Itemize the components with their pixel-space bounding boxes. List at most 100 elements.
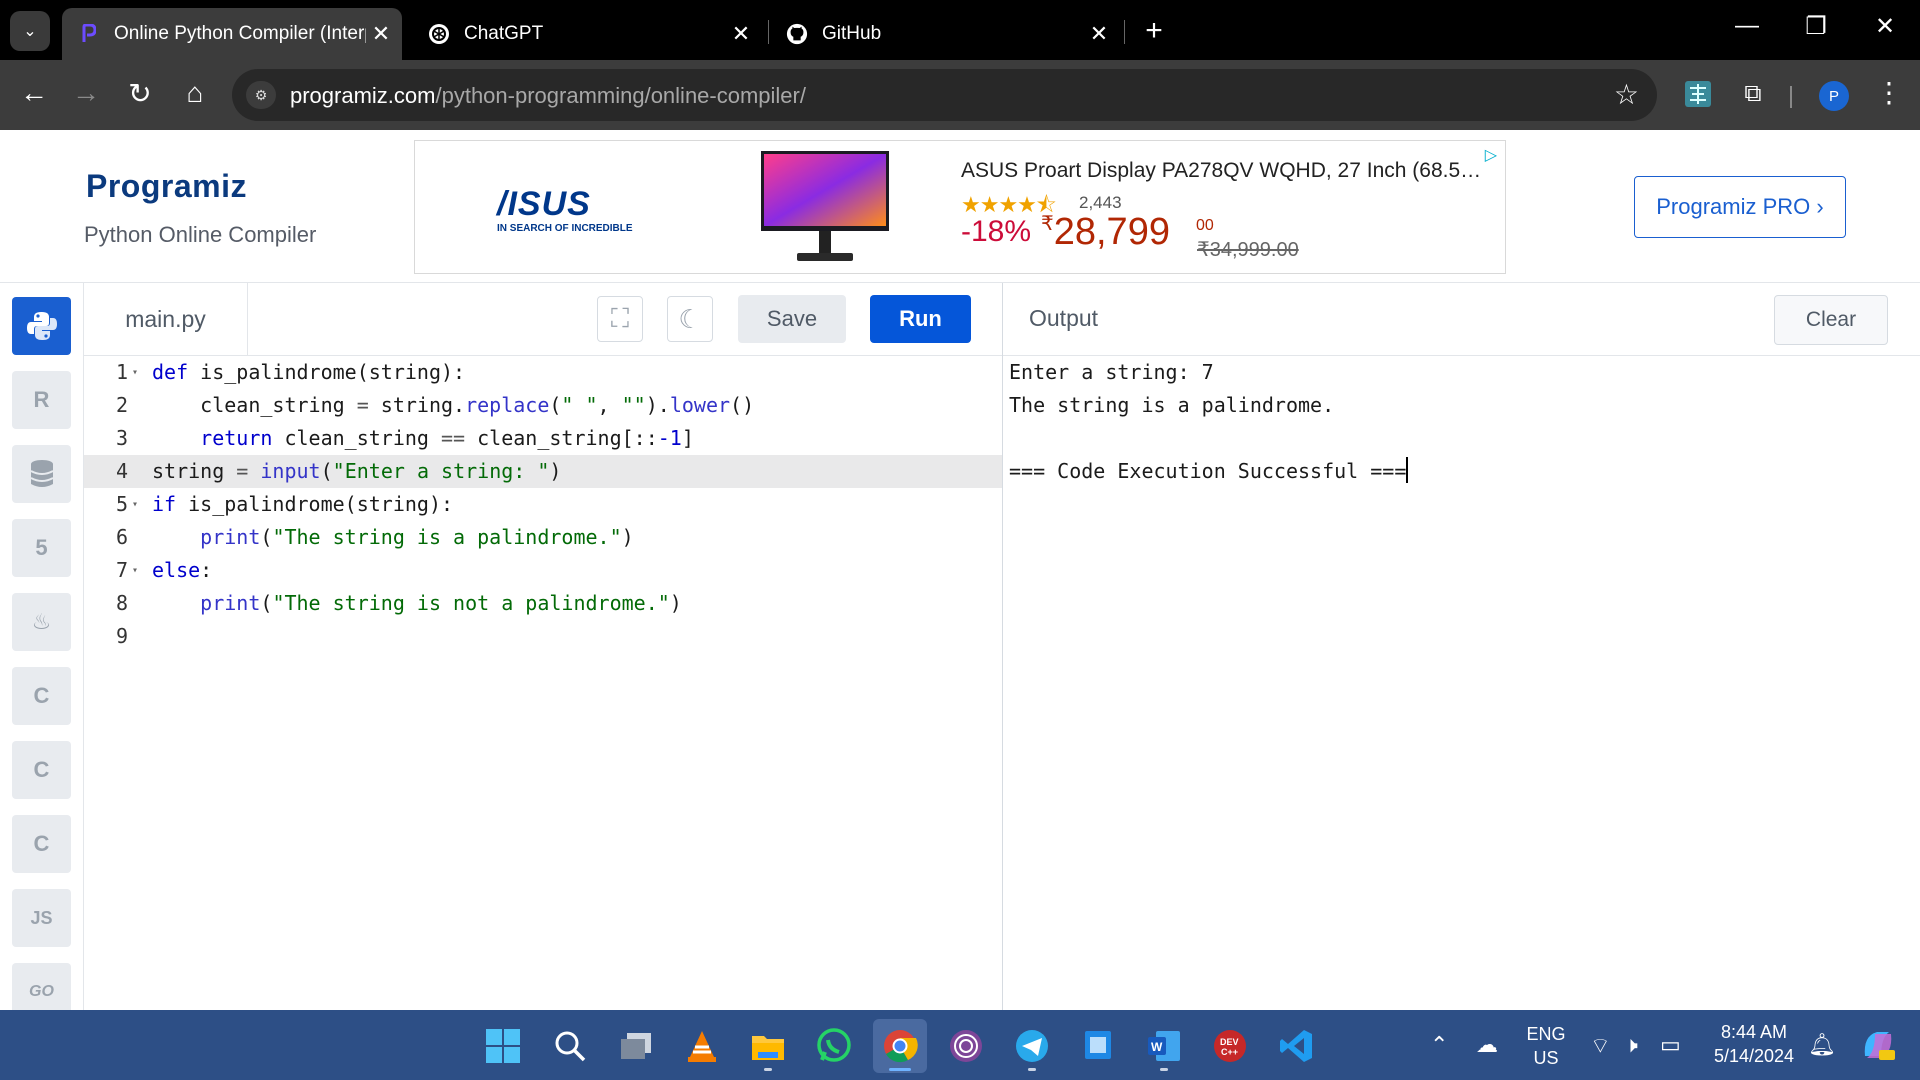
close-icon[interactable]: ✕ <box>1084 21 1114 47</box>
code-text: else: <box>152 558 213 582</box>
restore-button[interactable]: ❐ <box>1791 12 1841 41</box>
taskbar-vlc[interactable] <box>675 1019 729 1073</box>
lang-sql[interactable] <box>12 445 71 503</box>
show-hidden-icons-chevron[interactable]: ⌃ <box>1430 1032 1448 1058</box>
lang-python[interactable] <box>12 297 71 355</box>
code-line[interactable]: 1 ▾ def is_palindrome(string): <box>84 356 1002 389</box>
ad-price: ₹28,799 <box>1041 211 1170 254</box>
fold-toggle-icon[interactable]: ▾ <box>132 356 138 389</box>
lang-java[interactable]: ♨ <box>12 593 71 651</box>
output-line: === Code Execution Successful === <box>1009 459 1407 483</box>
svg-text:C++: C++ <box>1221 1047 1238 1057</box>
back-button[interactable]: ← <box>14 77 54 109</box>
ad-price-value: 28,799 <box>1053 211 1170 253</box>
browser-toolbar: ← → ↻ ⌂ ⚙ programiz.com/python-programmi… <box>0 60 1920 130</box>
notification-bell-icon[interactable]: 🔔︎ <box>1808 1032 1836 1058</box>
bookmark-star-icon[interactable]: ☆ <box>1614 78 1639 111</box>
save-button[interactable]: Save <box>738 295 846 343</box>
run-button[interactable]: Run <box>870 295 971 343</box>
taskbar-telegram[interactable] <box>1005 1019 1059 1073</box>
ad-product-title[interactable]: ASUS Proart Display PA278QV WQHD, 27 Inc… <box>961 159 1491 183</box>
lang-javascript[interactable]: JS <box>12 889 71 947</box>
window-close-button[interactable]: ✕ <box>1860 12 1910 41</box>
tab-chatgpt[interactable]: ChatGPT ✕ <box>412 8 762 60</box>
line-number: 8 <box>115 591 128 615</box>
profile-avatar[interactable]: P <box>1819 81 1849 111</box>
taskbar-vscode[interactable] <box>1269 1019 1323 1073</box>
code-line[interactable]: 3 return clean_string == clean_string[::… <box>84 422 1002 455</box>
html5-icon: 5 <box>35 535 48 560</box>
fold-toggle-icon[interactable]: ▾ <box>132 488 138 521</box>
windows-logo-icon <box>486 1029 520 1063</box>
close-icon[interactable]: ✕ <box>366 21 396 47</box>
tab-search-button[interactable]: ⌄ <box>10 11 50 51</box>
url-text[interactable]: programiz.com/python-programming/online-… <box>290 83 806 109</box>
line-number: 4 <box>115 459 128 483</box>
code-line[interactable]: 9 <box>84 620 1002 653</box>
copilot-button[interactable] <box>1853 1020 1903 1070</box>
lang-go[interactable]: GO <box>12 963 71 1010</box>
language-sidebar: R 5 ♨ C C C JS GO <box>0 283 84 1010</box>
file-tab-main[interactable]: main.py <box>84 283 248 355</box>
taskbar-notes-app[interactable] <box>1071 1019 1125 1073</box>
fold-toggle-icon[interactable]: ▾ <box>132 554 138 587</box>
home-button[interactable]: ⌂ <box>175 77 215 109</box>
taskbar-file-explorer[interactable] <box>741 1019 795 1073</box>
site-settings-icon[interactable]: ⚙ <box>246 81 276 109</box>
taskbar-whatsapp[interactable] <box>807 1019 861 1073</box>
programiz-pro-button[interactable]: Programiz PRO › <box>1634 176 1846 238</box>
close-icon[interactable]: ✕ <box>726 21 756 47</box>
advertisement-banner[interactable]: /ISUS IN SEARCH OF INCREDIBLE ASUS Proar… <box>414 140 1506 274</box>
forward-button[interactable]: → <box>66 77 106 109</box>
adchoices-icon[interactable]: ▷ <box>1485 145 1497 165</box>
more-menu-icon[interactable]: ⋮ <box>1875 76 1903 109</box>
vscode-icon <box>1280 1030 1312 1062</box>
code-line[interactable]: 8 print("The string is not a palindrome.… <box>84 587 1002 620</box>
volume-muted-icon[interactable]: 🕨 <box>1624 1032 1638 1058</box>
lang-cpp[interactable]: C <box>12 741 71 799</box>
programiz-logo[interactable]: Programiz <box>86 168 247 205</box>
lang-html[interactable]: 5 <box>12 519 71 577</box>
code-line[interactable]: 2 clean_string = string.replace(" ", "")… <box>84 389 1002 422</box>
svg-text:DEV: DEV <box>1220 1037 1239 1047</box>
clock[interactable]: 8:44 AM 5/14/2024 <box>1704 1020 1804 1068</box>
lang-csharp[interactable]: C <box>12 815 71 873</box>
reload-icon: ↻ <box>128 78 152 109</box>
task-view-button[interactable] <box>609 1019 663 1073</box>
battery-icon[interactable]: ▭ <box>1660 1032 1681 1058</box>
taskbar-search[interactable] <box>543 1019 597 1073</box>
code-line[interactable]: 5 ▾ if is_palindrome(string): <box>84 488 1002 521</box>
lang-c[interactable]: C <box>12 667 71 725</box>
code-text: print("The string is a palindrome.") <box>200 525 634 549</box>
new-tab-button[interactable]: + <box>1136 14 1172 48</box>
code-line[interactable]: 6 print("The string is a palindrome.") <box>84 521 1002 554</box>
extension-icon[interactable] <box>1683 80 1713 110</box>
code-line[interactable]: 7 ▾ else: <box>84 554 1002 587</box>
start-button[interactable] <box>476 1019 530 1073</box>
onedrive-cloud-icon[interactable]: ☁ <box>1476 1032 1498 1058</box>
taskbar-chrome[interactable] <box>873 1019 927 1073</box>
search-icon <box>555 1031 586 1062</box>
whatsapp-icon <box>817 1028 851 1062</box>
address-bar[interactable]: ⚙ programiz.com/python-programming/onlin… <box>232 69 1657 121</box>
clock-time: 8:44 AM <box>1720 1022 1788 1042</box>
clear-button[interactable]: Clear <box>1774 295 1888 345</box>
lang-r[interactable]: R <box>12 371 71 429</box>
tab-programiz[interactable]: Online Python Compiler (Interp ✕ <box>62 8 402 60</box>
minimize-button[interactable]: — <box>1722 12 1772 40</box>
wifi-icon[interactable]: ⌔ <box>1590 1032 1611 1060</box>
tab-github[interactable]: GitHub ✕ <box>770 8 1120 60</box>
output-title: Output <box>1029 305 1099 331</box>
taskbar-devcpp[interactable]: DEV C++ <box>1203 1019 1257 1073</box>
fullscreen-button[interactable]: ⛶ <box>597 296 643 342</box>
output-console[interactable]: Enter a string: 7 The string is a palind… <box>1003 356 1920 1010</box>
reload-button[interactable]: ↻ <box>120 77 160 110</box>
text-cursor <box>1406 457 1409 483</box>
taskbar-tor-browser[interactable] <box>939 1019 993 1073</box>
dark-mode-button[interactable]: ☾ <box>667 296 713 342</box>
code-editor[interactable]: 1 ▾ def is_palindrome(string): 2 clean_s… <box>84 356 1002 1010</box>
input-language[interactable]: ENG US <box>1524 1022 1568 1070</box>
code-line-active[interactable]: 4 string = input("Enter a string: ") <box>84 455 1002 488</box>
extensions-puzzle-icon[interactable]: ⧉ <box>1738 80 1768 110</box>
taskbar-word[interactable]: W <box>1137 1019 1191 1073</box>
